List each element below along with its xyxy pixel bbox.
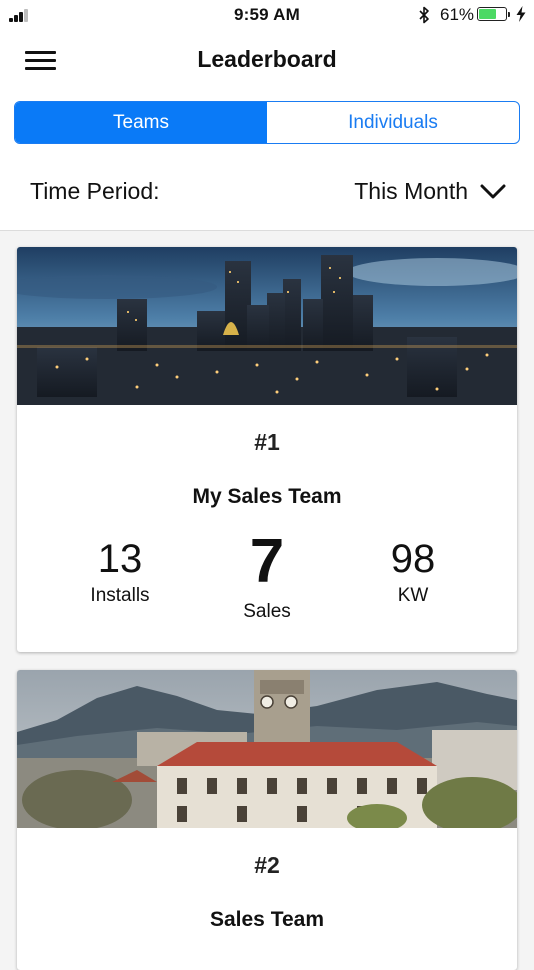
time-period-label: Time Period: xyxy=(30,178,160,204)
bluetooth-icon xyxy=(419,6,429,24)
team-rank: #2 xyxy=(254,852,280,878)
header: Leaderboard Teams Individuals Time Perio… xyxy=(0,30,534,231)
battery-icon xyxy=(477,7,510,21)
team-image-clocktower xyxy=(17,670,517,828)
team-name: My Sales Team xyxy=(192,485,342,508)
team-name: Sales Team xyxy=(209,908,324,931)
tab-teams[interactable]: Teams xyxy=(15,102,267,143)
chevron-down-icon xyxy=(480,184,506,198)
charging-icon xyxy=(516,6,526,22)
team-image-city-skyline xyxy=(17,247,517,405)
stat-value: 98 xyxy=(390,537,436,581)
stat-value: 13 xyxy=(97,537,143,581)
stat-value: 7 xyxy=(249,527,285,596)
stat-kw: 98 KW xyxy=(333,539,493,607)
stat-sales: 7 Sales xyxy=(187,531,347,623)
status-bar: 9:59 AM 61% xyxy=(0,0,534,30)
stat-label: KW xyxy=(397,585,429,606)
team-rank: #1 xyxy=(254,429,280,455)
leaderboard-tabs: Teams Individuals xyxy=(14,101,520,144)
battery-percent: 61% xyxy=(440,5,475,24)
time-period-value: This Month xyxy=(354,178,468,204)
stat-label: Installs xyxy=(90,585,150,606)
team-card[interactable]: #2 Sales Team xyxy=(17,670,517,970)
time-period-row: Time Period: This Month xyxy=(0,170,534,214)
team-card[interactable]: #1 My Sales Team 13 Installs 7 Sales 98 … xyxy=(17,247,517,652)
page-title: Leaderboard xyxy=(197,46,337,72)
stat-installs: 13 Installs xyxy=(40,539,200,607)
time-period-dropdown[interactable]: This Month xyxy=(354,178,506,205)
tab-individuals[interactable]: Individuals xyxy=(267,102,519,143)
stat-label: Sales xyxy=(243,601,291,622)
